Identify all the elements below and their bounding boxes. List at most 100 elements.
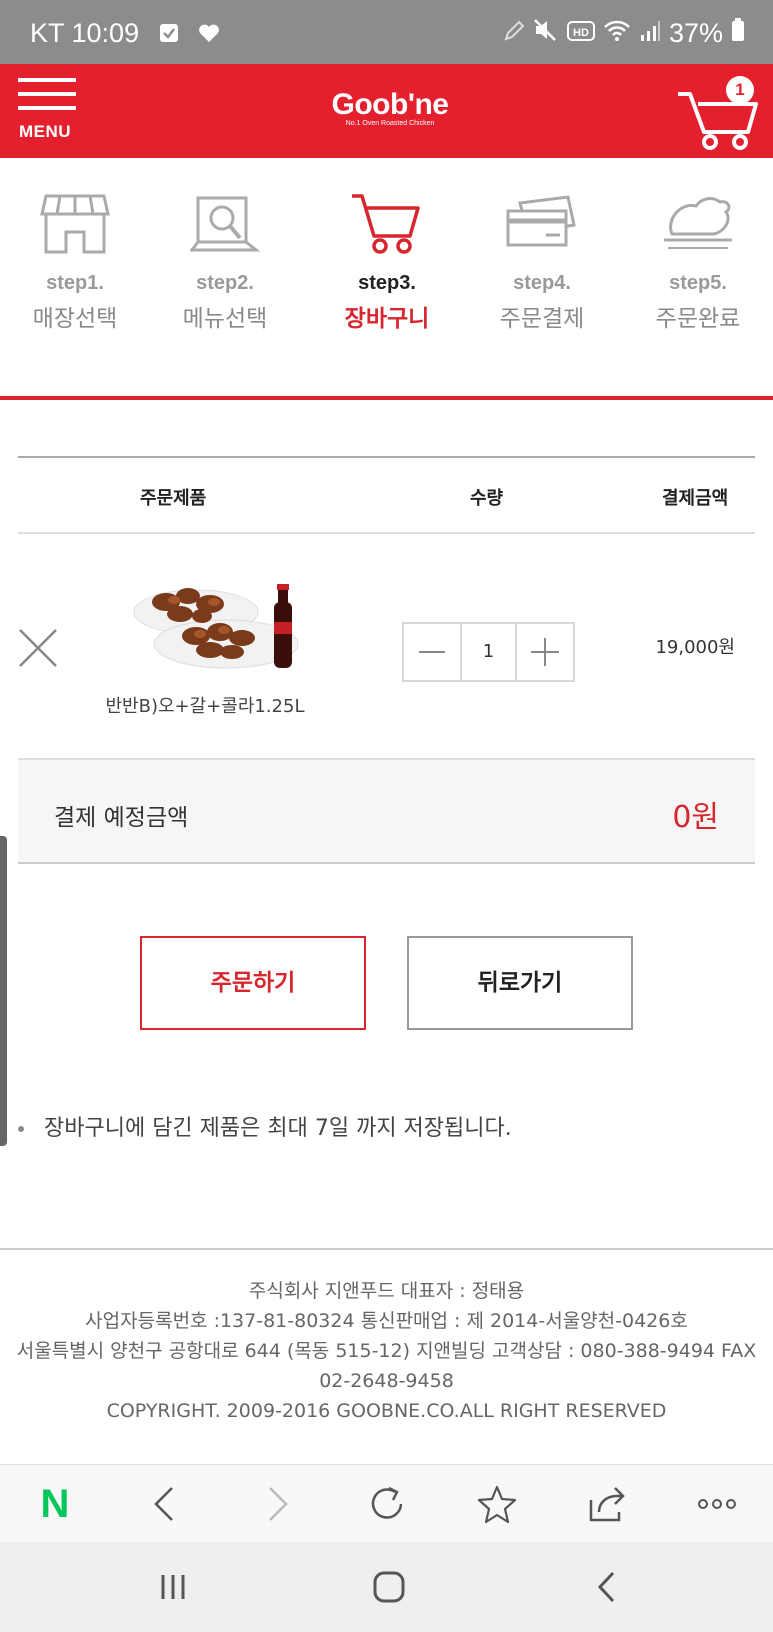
back-icon	[597, 1571, 615, 1603]
step-number: step4.	[513, 272, 571, 294]
menu-search-icon	[150, 188, 300, 258]
status-right: HD 37%	[503, 18, 745, 49]
cart-count-badge: 1	[726, 76, 754, 104]
step-number: step5.	[669, 272, 727, 294]
step-name: 주문결제	[499, 306, 585, 332]
status-bar: KT 10:09 HD 37%	[0, 0, 773, 64]
item-price: 19,000원	[655, 637, 735, 658]
menu-label: MENU	[19, 122, 72, 141]
browser-forward-button[interactable]	[252, 1479, 302, 1529]
site-header: MENU Goob'ne No.1 Oven Roasted Chicken 1	[0, 64, 773, 158]
card-icon	[467, 188, 617, 258]
column-header-quantity: 수량	[470, 488, 504, 509]
logo-text: Goob'ne	[331, 88, 449, 121]
chevron-left-icon	[154, 1487, 173, 1521]
chicken-icon	[623, 188, 773, 258]
store-icon	[0, 188, 150, 258]
svg-text:HD: HD	[573, 27, 589, 39]
system-nav-bar	[0, 1542, 773, 1632]
cart-icon	[678, 92, 758, 150]
signal-icon	[639, 18, 661, 49]
star-icon	[477, 1485, 517, 1524]
site-footer: 주식회사 지앤푸드 대표자 : 정태용 사업자등록번호 :137-81-8032…	[0, 1276, 773, 1426]
battery-text: 37%	[668, 18, 723, 48]
mute-icon	[533, 18, 559, 49]
step-name: 메뉴선택	[182, 306, 268, 332]
step-name: 매장선택	[32, 306, 118, 332]
hamburger-icon-bar	[18, 106, 76, 110]
cart-button[interactable]: 1	[676, 70, 766, 152]
order-steps: step1. 매장선택 step2. 메뉴선택 step3. 장바구니 step…	[0, 158, 773, 398]
back-button[interactable]: 뒤로가기	[407, 936, 633, 1030]
increase-quantity-button[interactable]	[517, 624, 573, 680]
cart-icon	[312, 188, 462, 258]
minus-icon	[419, 651, 445, 653]
step-4: step4. 주문결제	[467, 188, 617, 333]
cart-notice: 장바구니에 담긴 제품은 최대 7일 까지 저장됩니다.	[18, 1110, 512, 1142]
system-back-button[interactable]	[582, 1564, 632, 1610]
column-header-product: 주문제품	[140, 488, 207, 509]
home-icon	[373, 1571, 405, 1603]
step-2: step2. 메뉴선택	[150, 188, 300, 333]
close-icon	[19, 629, 57, 667]
total-label: 결제 예정금액	[54, 805, 189, 831]
step-number: step1.	[46, 272, 104, 294]
share-button[interactable]	[582, 1479, 632, 1529]
product-image	[126, 574, 306, 674]
quantity-value[interactable]: 1	[460, 624, 517, 680]
browser-back-button[interactable]	[140, 1479, 190, 1529]
more-options-button[interactable]	[692, 1479, 742, 1529]
recent-apps-icon	[161, 1575, 185, 1599]
bullet-icon	[18, 1126, 24, 1132]
menu-button[interactable]: MENU	[18, 78, 76, 148]
goobne-logo[interactable]: Goob'ne No.1 Oven Roasted Chicken	[300, 88, 480, 127]
footer-company: 주식회사 지앤푸드 대표자 : 정태용	[248, 1280, 525, 1302]
footer-address: 서울특별시 양천구 공항대로 644 (목동 515-12) 지앤빌딩 고객상담…	[16, 1340, 757, 1362]
step-5: step5. 주문완료	[623, 188, 773, 333]
table-header-divider	[18, 532, 755, 534]
status-left: KT 10:09	[30, 18, 220, 50]
refresh-button[interactable]	[362, 1479, 412, 1529]
total-value: 0원	[672, 800, 719, 835]
battery-icon	[731, 18, 745, 49]
product-name: 반반B)오+갈+콜라1.25L	[105, 696, 305, 717]
decrease-quantity-button[interactable]	[404, 624, 460, 680]
home-button[interactable]	[364, 1564, 414, 1610]
hd-icon: HD	[566, 18, 595, 49]
step-1: step1. 매장선택	[0, 188, 150, 333]
quantity-stepper: 1	[402, 622, 575, 682]
logo-tagline: No.1 Oven Roasted Chicken	[345, 120, 435, 127]
remove-item-button[interactable]	[18, 628, 58, 668]
naver-icon: N	[40, 1481, 70, 1526]
browser-toolbar: N	[0, 1464, 773, 1542]
wifi-icon	[603, 18, 631, 49]
edge-panel-handle[interactable]	[0, 836, 7, 1146]
table-top-border	[18, 456, 755, 458]
naver-home-button[interactable]: N	[30, 1479, 80, 1529]
step-number: step2.	[196, 272, 254, 294]
step-3-active: step3. 장바구니	[312, 188, 462, 333]
hamburger-icon	[18, 78, 76, 82]
pen-icon	[503, 18, 525, 49]
notice-text: 장바구니에 담긴 제품은 최대 7일 까지 저장됩니다.	[44, 1116, 512, 1141]
footer-copyright: COPYRIGHT. 2009-2016 GOOBNE.CO.ALL RIGHT…	[106, 1400, 667, 1422]
refresh-icon	[371, 1486, 403, 1519]
heart-icon	[198, 19, 220, 50]
footer-divider	[0, 1248, 773, 1250]
checkbox-notification-icon	[159, 19, 179, 50]
bookmark-button[interactable]	[472, 1479, 522, 1529]
footer-registration: 사업자등록번호 :137-81-80324 통신판매업 : 제 2014-서울양…	[85, 1310, 688, 1332]
share-icon	[589, 1487, 625, 1522]
order-button[interactable]: 주문하기	[140, 936, 366, 1030]
chevron-right-icon	[269, 1487, 288, 1521]
steps-divider	[0, 396, 773, 400]
footer-fax: 02-2648-9458	[319, 1370, 454, 1392]
hamburger-icon-bar	[18, 92, 76, 96]
more-icon	[698, 1499, 736, 1509]
column-header-amount: 결제금액	[662, 488, 729, 509]
recent-apps-button[interactable]	[148, 1564, 198, 1610]
carrier-time: KT 10:09	[30, 18, 140, 48]
total-summary: 결제 예정금액 0원	[18, 760, 755, 864]
step-name: 장바구니	[344, 306, 430, 332]
step-number: step3.	[358, 272, 416, 294]
